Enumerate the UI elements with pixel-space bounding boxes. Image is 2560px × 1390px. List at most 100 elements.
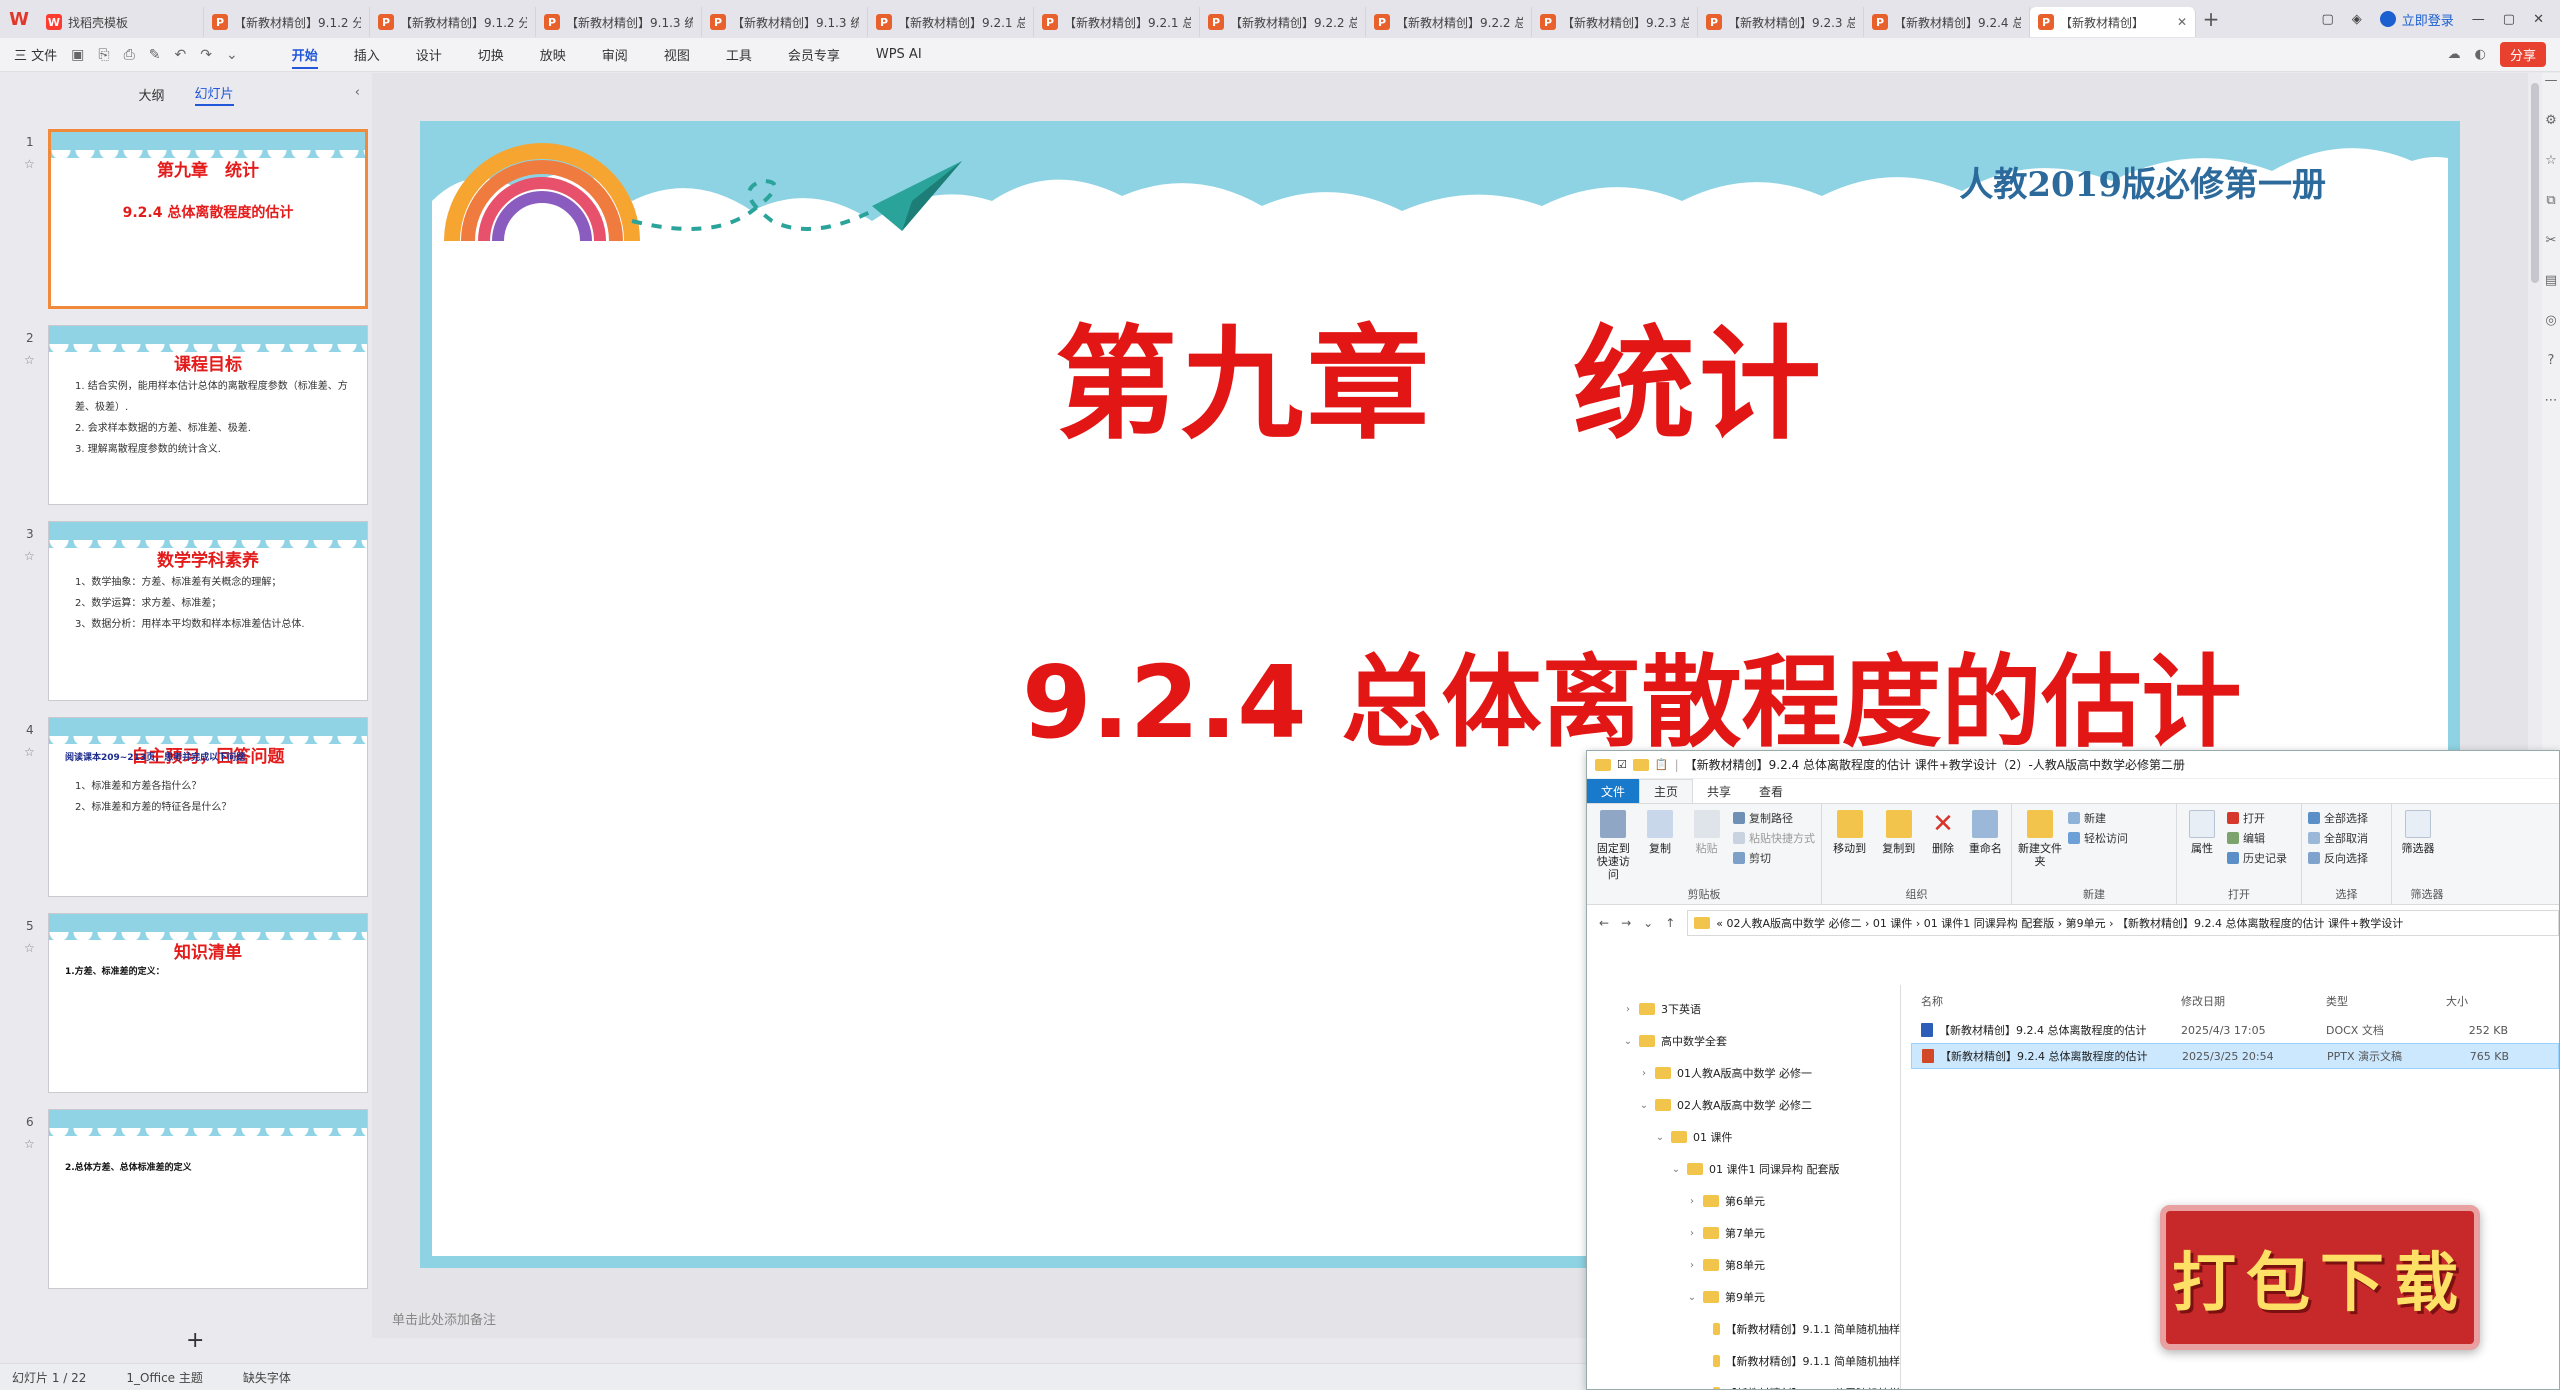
document-tab[interactable]: P 【新教材精创】9.2.2 总	[1366, 7, 1532, 37]
document-tab[interactable]: P 【新教材精创】 ✕	[2030, 7, 2196, 37]
star-icon[interactable]: ☆	[24, 353, 35, 367]
add-slide-button[interactable]: +	[186, 1328, 204, 1353]
history-button[interactable]: 历史记录	[2227, 850, 2287, 866]
tree-node[interactable]: ⌄ 高中数学全套	[1587, 1025, 1900, 1057]
explorer-tab[interactable]: 查看	[1745, 779, 1797, 803]
menu-item[interactable]: 开始	[274, 38, 336, 72]
tree-node[interactable]: ⌄ 第9单元	[1587, 1281, 1900, 1313]
collapse-icon[interactable]: —	[2542, 73, 2560, 113]
download-badge[interactable]: 打包下载	[2160, 1205, 2480, 1350]
menu-item[interactable]: 视图	[646, 38, 708, 72]
cloud-sync-icon[interactable]: ☁	[2448, 47, 2461, 62]
wps-logo-icon[interactable]: W	[0, 0, 38, 38]
layout-icon[interactable]: ▤	[2542, 273, 2560, 313]
slide-thumbnail-row[interactable]: 5 ☆ 知识清单 1.方差、标准差的定义：	[0, 913, 372, 1109]
paste-shortcut-button[interactable]: 粘贴快捷方式	[1733, 830, 1815, 846]
close-tab-icon[interactable]: ✕	[2173, 15, 2187, 29]
print-icon[interactable]: ⎙	[124, 47, 135, 63]
column-header[interactable]: 名称	[1911, 993, 2171, 1009]
slide-thumbnail[interactable]: 知识清单 1.方差、标准差的定义：	[48, 913, 368, 1093]
new-item-button[interactable]: 新建	[2068, 810, 2128, 826]
document-tab[interactable]: P 【新教材精创】9.2.4 总	[1864, 7, 2030, 37]
menu-item[interactable]: 放映	[522, 38, 584, 72]
minimize-button[interactable]: —	[2472, 12, 2485, 27]
edit-button[interactable]: 编辑	[2227, 830, 2287, 846]
expand-chevron-icon[interactable]: ⌄	[1687, 1292, 1697, 1303]
tree-node[interactable]: 【新教材精创】9.1.1 简单随机抽样	[1587, 1345, 1900, 1377]
star-icon[interactable]: ☆	[24, 745, 35, 759]
explorer-tab[interactable]: 共享	[1693, 779, 1745, 803]
slide-thumbnail[interactable]: 2.总体方差、总体标准差的定义	[48, 1109, 368, 1289]
open-button[interactable]: 打开	[2227, 810, 2287, 826]
collapse-panel-icon[interactable]: ‹	[355, 85, 360, 100]
file-row[interactable]: 【新教材精创】9.2.4 总体离散程度的估计 2025/4/3 17:05 DOCX…	[1911, 1017, 2559, 1043]
undo-icon[interactable]: ↶	[175, 47, 187, 63]
star-icon[interactable]: ☆	[24, 157, 35, 171]
menu-item[interactable]: 工具	[708, 38, 770, 72]
check-icon[interactable]: ☑	[1617, 758, 1627, 771]
tools-icon[interactable]: ✂	[2542, 233, 2560, 273]
tree-node[interactable]: ⌄ 01 课件1 同课异构 配套版	[1587, 1153, 1900, 1185]
column-header[interactable]: 修改日期	[2171, 993, 2316, 1009]
document-tab[interactable]: P 【新教材精创】9.2.3 总	[1532, 7, 1698, 37]
tree-node[interactable]: ⌄ 01 课件	[1587, 1121, 1900, 1153]
invert-selection-button[interactable]: 反向选择	[2308, 850, 2368, 866]
theme-name[interactable]: 1_Office 主题	[126, 1369, 202, 1386]
tab-outline[interactable]: 大纲	[138, 85, 164, 104]
animation-icon[interactable]: ◎	[2542, 313, 2560, 353]
menu-item[interactable]: 插入	[336, 38, 398, 72]
redo-icon[interactable]: ↷	[200, 47, 212, 63]
expand-chevron-icon[interactable]: ›	[1687, 1260, 1697, 1271]
missing-font[interactable]: 缺失字体	[243, 1369, 291, 1386]
notes-placeholder[interactable]: 单击此处添加备注	[392, 1298, 496, 1338]
slide-thumbnail-row[interactable]: 3 ☆ 数学学科素养 1、数学抽象：方差、标准差有关概念的理解； 2、数学运算：求方差、…	[0, 521, 372, 717]
document-tab[interactable]: P 【新教材精创】9.1.2 分	[204, 7, 370, 37]
maximize-button[interactable]: ▢	[2503, 12, 2515, 27]
tree-node[interactable]: › 第8单元	[1587, 1249, 1900, 1281]
document-tab[interactable]: W 找稻壳模板	[38, 7, 204, 37]
explorer-tab[interactable]: 文件	[1587, 779, 1640, 803]
clipboard-icon[interactable]: 📋	[1655, 758, 1669, 771]
slide-thumbnail-row[interactable]: 1 ☆ 第九章 统计 9.2.4 总体离散程度的估计	[0, 129, 372, 325]
skin-icon[interactable]: ◈	[2352, 12, 2362, 27]
expand-chevron-icon[interactable]: ⌄	[1671, 1164, 1681, 1175]
slide-thumbnail[interactable]: 数学学科素养 1、数学抽象：方差、标准差有关概念的理解； 2、数学运算：求方差、标准…	[48, 521, 368, 701]
file-menu[interactable]: 三 文件	[14, 45, 57, 64]
file-row[interactable]: 【新教材精创】9.2.4 总体离散程度的估计 2025/3/25 20:54 PPT…	[1911, 1043, 2559, 1069]
slide-thumbnail[interactable]: 自主预习，回答问题 阅读课本209~213页，思考并完成以下问题 1、标准差和方差各…	[48, 717, 368, 897]
menu-item[interactable]: 审阅	[584, 38, 646, 72]
tree-node[interactable]: › 3下英语	[1587, 993, 1900, 1025]
save-icon[interactable]: ▣	[71, 47, 84, 63]
slide-thumbnail-row[interactable]: 4 ☆ 自主预习，回答问题 阅读课本209~213页，思考并完成以下问题 1、标准差和方…	[0, 717, 372, 913]
tree-node[interactable]: ⌄ 02人教A版高中数学 必修二	[1587, 1089, 1900, 1121]
sync-status-icon[interactable]: ◐	[2475, 47, 2486, 62]
up-icon[interactable]: ↑	[1665, 916, 1675, 930]
more-icon[interactable]: ⋯	[2542, 393, 2560, 433]
document-tab[interactable]: P 【新教材精创】9.2.3 总	[1698, 7, 1864, 37]
forward-icon[interactable]: →	[1621, 916, 1631, 930]
copy-path-button[interactable]: 复制路径	[1733, 810, 1815, 826]
expand-chevron-icon[interactable]: ›	[1623, 1004, 1633, 1015]
document-tab[interactable]: P 【新教材精创】9.2.1 总	[868, 7, 1034, 37]
easy-access-button[interactable]: 轻松访问	[2068, 830, 2128, 846]
column-header[interactable]: 类型	[2316, 993, 2436, 1009]
expand-chevron-icon[interactable]: ›	[1639, 1068, 1649, 1079]
document-tab[interactable]: P 【新教材精创】9.1.3 统	[702, 7, 868, 37]
document-tab[interactable]: P 【新教材精创】9.1.3 统	[536, 7, 702, 37]
menu-item[interactable]: WPS AI	[858, 38, 940, 72]
tree-node[interactable]: 【新教材精创】9.1.2 分层随机抽样	[1587, 1377, 1900, 1389]
document-tab[interactable]: P 【新教材精创】9.1.2 分	[370, 7, 536, 37]
expand-chevron-icon[interactable]: ⌄	[1655, 1132, 1665, 1143]
slide-thumbnail-row[interactable]: 6 ☆ 2.总体方差、总体标准差的定义	[0, 1109, 372, 1305]
document-tab[interactable]: P 【新教材精创】9.2.2 总	[1200, 7, 1366, 37]
select-all-button[interactable]: 全部选择	[2308, 810, 2368, 826]
slide-thumbnail[interactable]: 第九章 统计 9.2.4 总体离散程度的估计	[48, 129, 368, 309]
slide-thumbnail[interactable]: 课程目标 1. 结合实例，能用样本估计总体的离散程度参数（标准差、方差、极差）. 2…	[48, 325, 368, 505]
tree-node[interactable]: › 01人教A版高中数学 必修一	[1587, 1057, 1900, 1089]
select-none-button[interactable]: 全部取消	[2308, 830, 2368, 846]
help-icon[interactable]: ?	[2542, 353, 2560, 393]
star-icon[interactable]: ☆	[24, 941, 35, 955]
cut-button[interactable]: 剪切	[1733, 850, 1815, 866]
tree-node[interactable]: › 第6单元	[1587, 1185, 1900, 1217]
expand-chevron-icon[interactable]: ⌄	[1639, 1100, 1649, 1111]
